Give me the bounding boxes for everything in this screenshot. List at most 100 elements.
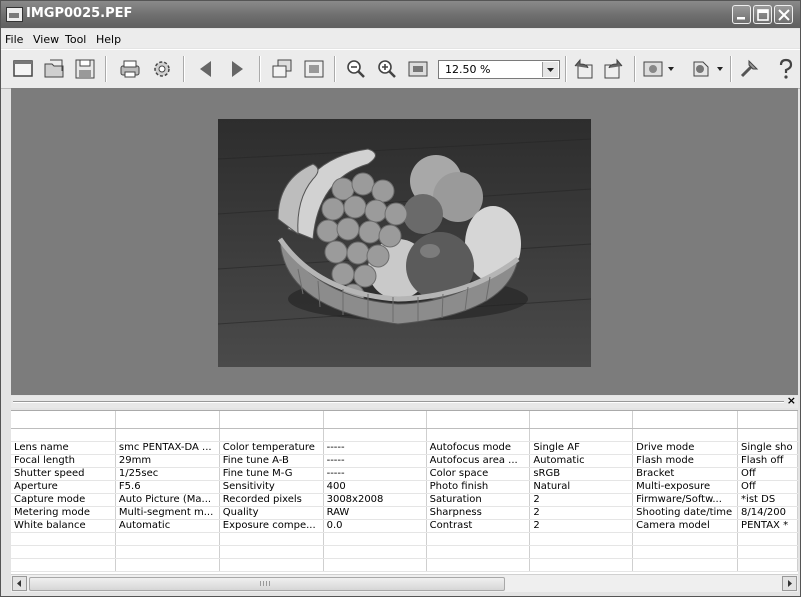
image-adjust-dropdown[interactable]: [665, 55, 677, 83]
app-window: IMGP0025.PEF File View Tool Help 12.50 %…: [0, 0, 801, 597]
scroll-right-button[interactable]: [782, 576, 797, 591]
image-list-button[interactable]: [268, 55, 296, 83]
toolbar-separator: [105, 56, 107, 82]
header-cell[interactable]: [219, 411, 324, 429]
property-value: 400: [323, 480, 427, 494]
tools-button[interactable]: [735, 55, 763, 83]
header-cell[interactable]: [426, 411, 531, 429]
header-cell[interactable]: [115, 411, 220, 429]
table-row: [11, 558, 798, 572]
header-cell[interactable]: [737, 411, 798, 429]
save-button[interactable]: [71, 55, 99, 83]
property-name: Contrast: [426, 519, 531, 533]
menu-view[interactable]: View: [33, 33, 59, 46]
new-window-button[interactable]: [9, 55, 37, 83]
property-name: Lens name: [11, 441, 116, 455]
save-icon: [75, 59, 95, 79]
header-cell[interactable]: [11, 411, 116, 429]
image-adjust-button[interactable]: [639, 55, 667, 83]
table-row: [11, 545, 798, 559]
minimize-button[interactable]: [732, 5, 751, 24]
property-value: 1/25sec: [115, 467, 220, 481]
color-adjust-button[interactable]: [687, 55, 715, 83]
property-name: Exposure compe...: [219, 519, 324, 533]
chevron-down-icon: [668, 67, 674, 71]
toolbar-separator: [634, 56, 636, 82]
property-value: *ist DS: [737, 493, 798, 507]
zoom-select[interactable]: 12.50 %: [438, 60, 560, 79]
new-window-icon: [13, 60, 33, 77]
settings-button[interactable]: [148, 55, 176, 83]
scroll-left-button[interactable]: [12, 576, 27, 591]
help-icon: [779, 58, 793, 79]
property-name: Autofocus mode: [426, 441, 531, 455]
property-value: 2: [529, 493, 634, 507]
property-value: Automatic: [529, 454, 634, 468]
panel-splitter[interactable]: ×: [11, 394, 798, 408]
property-name: Fine tune A-B: [219, 454, 324, 468]
property-value: smc PENTAX-DA ...: [115, 441, 220, 455]
zoom-dropdown-button[interactable]: [542, 62, 558, 77]
property-value: 29mm: [115, 454, 220, 468]
property-value: -----: [323, 467, 427, 481]
maximize-icon: [757, 9, 769, 21]
property-name: White balance: [11, 519, 116, 533]
property-name: Sharpness: [426, 506, 531, 520]
fit-window-icon: [304, 60, 324, 78]
splitter-line: [13, 401, 784, 403]
scroll-left-icon: [17, 580, 21, 587]
property-name: Autofocus area ...: [426, 454, 531, 468]
property-name: Fine tune M-G: [219, 467, 324, 481]
rotate-left-button[interactable]: [569, 55, 597, 83]
property-value: Automatic: [115, 519, 220, 533]
help-button[interactable]: [771, 55, 799, 83]
property-value: sRGB: [529, 467, 634, 481]
property-name: Bracket: [632, 467, 739, 481]
table-row: Shutter speed 1/25sec Fine tune M-G ----…: [11, 467, 798, 481]
color-adjust-icon: [693, 61, 709, 77]
property-name: Quality: [219, 506, 324, 520]
property-value: Multi-segment m...: [115, 506, 220, 520]
property-value: 3008x2008: [323, 493, 427, 507]
header-cell[interactable]: [323, 411, 427, 429]
actual-size-button[interactable]: [404, 55, 432, 83]
fit-window-button[interactable]: [300, 55, 328, 83]
property-value: PENTAX *: [737, 519, 798, 533]
header-cell[interactable]: [632, 411, 739, 429]
header-cell[interactable]: [529, 411, 634, 429]
property-name: Shooting date/time: [632, 506, 739, 520]
toolbar-separator: [730, 56, 732, 82]
property-value: F5.6: [115, 480, 220, 494]
open-file-button[interactable]: [40, 55, 68, 83]
chevron-down-icon: [717, 67, 723, 71]
print-button[interactable]: [116, 55, 144, 83]
zoom-out-button[interactable]: [342, 55, 370, 83]
toolbar-separator: [334, 56, 336, 82]
table-row: Lens name smc PENTAX-DA ... Color temper…: [11, 441, 798, 455]
property-name: Color temperature: [219, 441, 324, 455]
next-button[interactable]: [223, 55, 251, 83]
menu-file[interactable]: File: [5, 33, 23, 46]
close-panel-icon[interactable]: ×: [787, 394, 796, 407]
previous-button[interactable]: [192, 55, 220, 83]
next-icon: [232, 61, 243, 77]
menu-tool[interactable]: Tool: [65, 33, 86, 46]
toolbar-separator: [259, 56, 261, 82]
toolbar: 12.50 %: [1, 49, 800, 89]
settings-icon: [154, 61, 170, 77]
scroll-thumb[interactable]: [29, 577, 505, 591]
color-adjust-dropdown[interactable]: [714, 55, 726, 83]
property-value: Off: [737, 467, 798, 481]
chevron-down-icon: [547, 68, 554, 72]
image-viewer[interactable]: [11, 88, 798, 395]
maximize-button[interactable]: [753, 5, 772, 24]
close-button[interactable]: [774, 5, 793, 24]
property-name: Metering mode: [11, 506, 116, 520]
properties-table: Lens name smc PENTAX-DA ... Color temper…: [11, 411, 798, 572]
zoom-in-button[interactable]: [373, 55, 401, 83]
rotate-right-button[interactable]: [600, 55, 628, 83]
zoom-out-icon: [347, 60, 365, 78]
horizontal-scrollbar[interactable]: [11, 574, 798, 592]
menu-help[interactable]: Help: [96, 33, 121, 46]
property-name: Aperture: [11, 480, 116, 494]
